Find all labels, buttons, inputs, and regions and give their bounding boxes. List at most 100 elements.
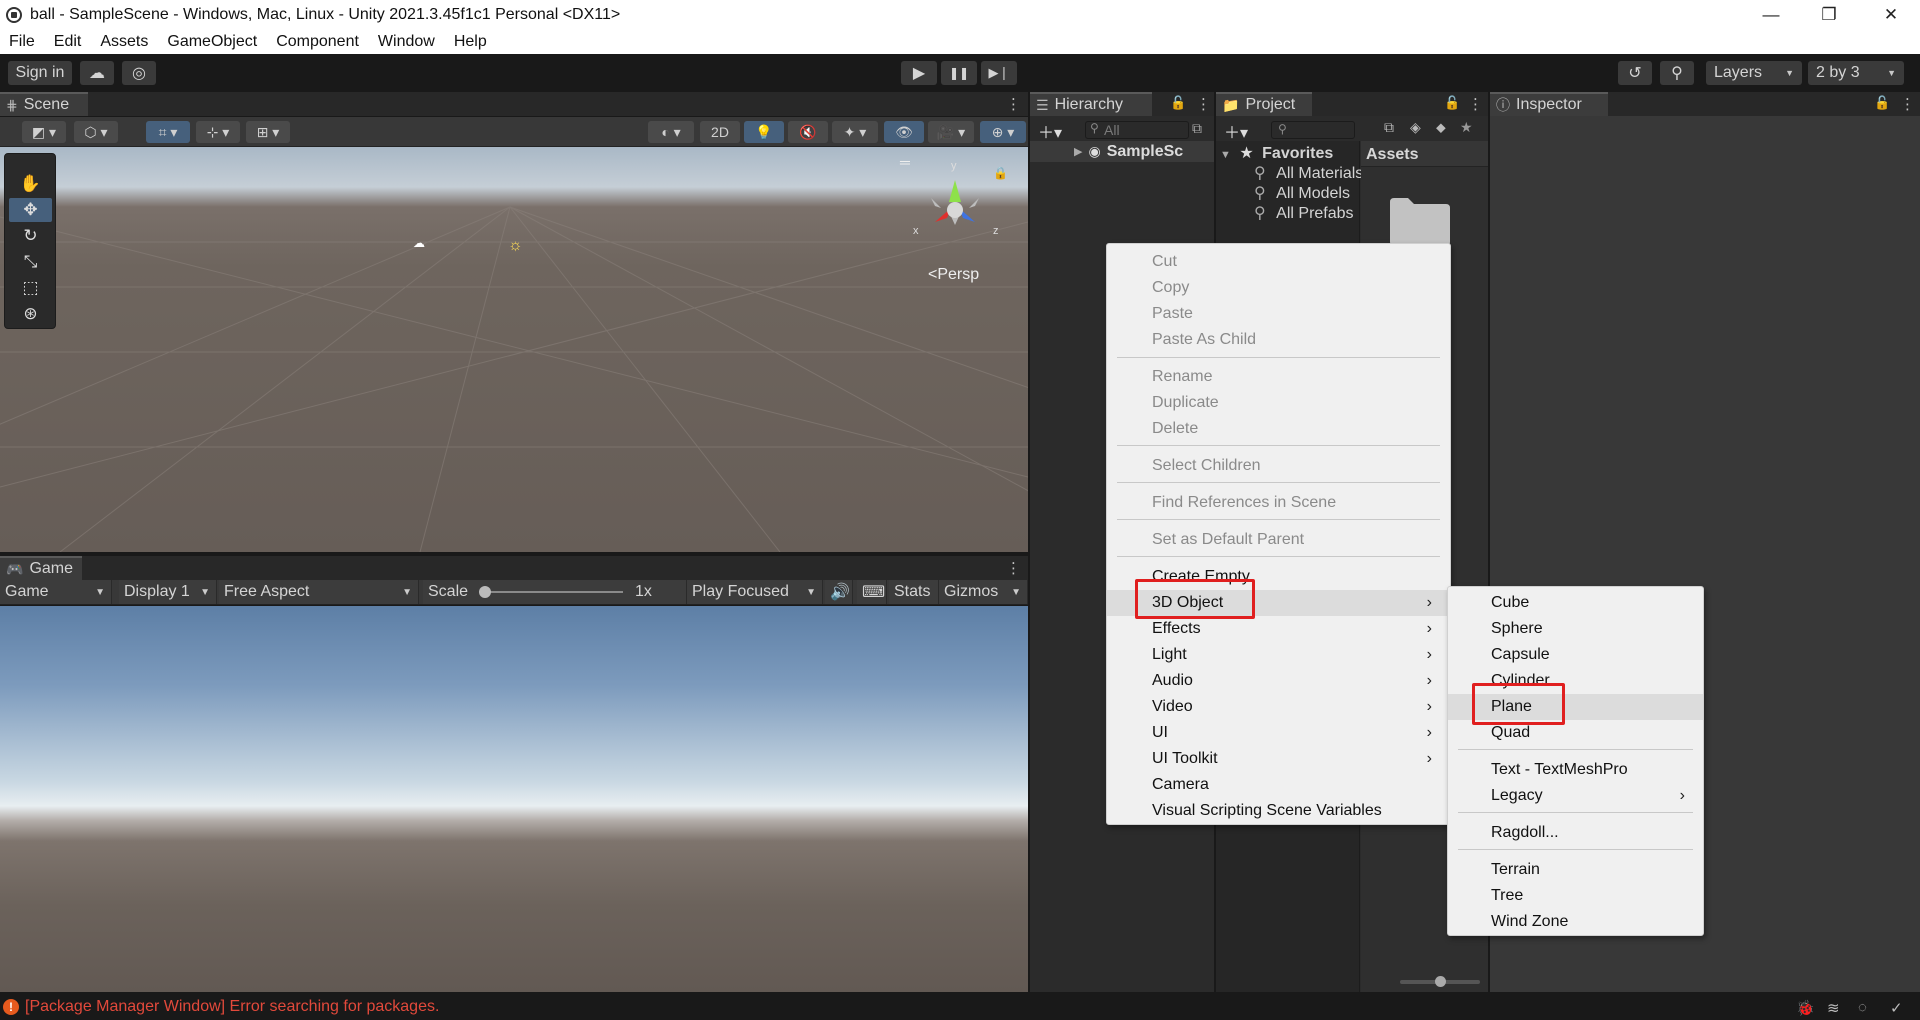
minimize-button[interactable]: — bbox=[1742, 0, 1800, 29]
favorite-all-models[interactable]: ⚲ All Models bbox=[1254, 183, 1350, 203]
collab-icon[interactable]: ◎ bbox=[122, 61, 156, 85]
menu-item-legacy[interactable]: Legacy › bbox=[1448, 783, 1703, 809]
scale-slider[interactable] bbox=[479, 586, 623, 598]
align-icon[interactable]: ⊞ ▾ bbox=[246, 121, 290, 143]
sign-in-button[interactable]: Sign in bbox=[8, 61, 72, 85]
tab-hierarchy[interactable]: ☰ Hierarchy bbox=[1030, 92, 1152, 116]
aspect-select[interactable]: Free Aspect bbox=[219, 580, 419, 604]
expand-arrow-icon[interactable]: ▶ bbox=[1074, 145, 1082, 158]
step-button[interactable]: ▶❘ bbox=[981, 61, 1017, 85]
shortcuts-icon[interactable]: ⌨ bbox=[857, 580, 887, 604]
status-check-icon[interactable]: ✓ bbox=[1890, 999, 1903, 1017]
stats-button[interactable]: Stats bbox=[889, 580, 939, 604]
hierarchy-filter-icon[interactable]: ⧉ bbox=[1192, 120, 1202, 137]
inspector-lock-icon[interactable]: 🔓 bbox=[1874, 95, 1890, 111]
tab-game[interactable]: 🎮 Game bbox=[0, 556, 82, 580]
layout-dropdown[interactable]: 2 by 3 bbox=[1808, 61, 1904, 85]
menu-item-text-textmeshpro[interactable]: Text - TextMeshPro bbox=[1448, 757, 1703, 783]
favorites-node[interactable]: ▼ ★ Favorites bbox=[1220, 143, 1333, 163]
scale-slider-knob[interactable] bbox=[479, 586, 491, 598]
gizmos-dropdown[interactable]: Gizmos bbox=[939, 580, 1028, 604]
layers-dropdown[interactable]: Layers bbox=[1706, 61, 1802, 85]
toggle-2d-button[interactable]: 2D bbox=[700, 121, 740, 143]
rect-tool-icon[interactable]: ⬚ bbox=[9, 276, 52, 300]
favorite-all-prefabs[interactable]: ⚲ All Prefabs bbox=[1254, 203, 1354, 223]
menu-item-sphere[interactable]: Sphere bbox=[1448, 616, 1703, 642]
menu-gameobject[interactable]: GameObject bbox=[158, 33, 267, 51]
menu-item-ragdoll[interactable]: Ragdoll... bbox=[1448, 820, 1703, 846]
menu-item-paste[interactable]: Paste bbox=[1107, 301, 1450, 327]
scene-view[interactable]: ☁ ☼ bbox=[0, 147, 1028, 552]
menu-item-video[interactable]: Video › bbox=[1107, 694, 1450, 720]
project-filter-label-icon[interactable]: ◈ bbox=[1410, 119, 1421, 136]
search-icon[interactable]: ⚲ bbox=[1660, 61, 1694, 85]
assets-breadcrumb[interactable]: Assets bbox=[1361, 141, 1488, 167]
play-mode-select[interactable]: Play Focused bbox=[687, 580, 823, 604]
menu-item-duplicate[interactable]: Duplicate bbox=[1107, 390, 1450, 416]
lighting-toggle-icon[interactable]: 💡 bbox=[744, 121, 784, 143]
menu-assets[interactable]: Assets bbox=[91, 33, 158, 51]
project-add-button[interactable]: ＋▾ bbox=[1224, 119, 1248, 143]
mute-audio-icon[interactable]: 🔊 bbox=[825, 580, 853, 604]
menu-item-terrain[interactable]: Terrain bbox=[1448, 857, 1703, 883]
icon-size-slider-knob[interactable] bbox=[1435, 976, 1446, 987]
effects-icon[interactable]: ✦ ▾ bbox=[832, 121, 878, 143]
menu-item-tree[interactable]: Tree bbox=[1448, 883, 1703, 909]
console-error-message[interactable]: [Package Manager Window] Error searching… bbox=[25, 998, 439, 1016]
game-view[interactable] bbox=[0, 606, 1028, 992]
camera-icon[interactable]: 🎥 ▾ bbox=[928, 121, 974, 143]
history-icon[interactable]: ↺ bbox=[1618, 61, 1652, 85]
light-object-icon[interactable]: ☼ bbox=[508, 237, 523, 255]
menu-item-effects[interactable]: Effects › bbox=[1107, 616, 1450, 642]
hand-tool-icon[interactable]: ✋ bbox=[9, 172, 52, 196]
menu-item-paste-as-child[interactable]: Paste As Child bbox=[1107, 327, 1450, 353]
projection-toggle[interactable]: <Persp bbox=[928, 266, 979, 284]
gizmo-menu-icon[interactable]: ═ bbox=[900, 154, 910, 170]
debug-icon[interactable]: 🐞 bbox=[1796, 999, 1815, 1017]
menu-item-capsule[interactable]: Capsule bbox=[1448, 642, 1703, 668]
scene-orientation-gizmo[interactable]: y x z bbox=[905, 160, 1005, 250]
maximize-button[interactable]: ❐ bbox=[1800, 0, 1858, 29]
project-filter-type-icon[interactable]: ⧉ bbox=[1384, 119, 1394, 136]
gizmo-lock-icon[interactable]: 🔒 bbox=[993, 166, 1008, 180]
increment-snap-icon[interactable]: ⊹ ▾ bbox=[196, 121, 240, 143]
inspector-more-icon[interactable]: ⋮ bbox=[1900, 95, 1915, 113]
project-lock-icon[interactable]: 🔓 bbox=[1444, 95, 1460, 111]
gizmos-icon[interactable]: ⊕ ▾ bbox=[980, 121, 1026, 143]
collapse-arrow-icon[interactable]: ▼ bbox=[1220, 149, 1231, 161]
menu-item-set-default-parent[interactable]: Set as Default Parent bbox=[1107, 527, 1450, 553]
icon-size-slider[interactable] bbox=[1400, 976, 1480, 987]
menu-item-find-references[interactable]: Find References in Scene bbox=[1107, 490, 1450, 516]
menu-item-ui-toolkit[interactable]: UI Toolkit › bbox=[1107, 746, 1450, 772]
menu-edit[interactable]: Edit bbox=[45, 33, 92, 51]
menu-item-copy[interactable]: Copy bbox=[1107, 275, 1450, 301]
tab-inspector[interactable]: ⓘ Inspector bbox=[1490, 92, 1608, 116]
folder-icon[interactable] bbox=[1390, 196, 1450, 246]
visibility-icon[interactable]: 👁 bbox=[884, 121, 924, 143]
grid-snap-icon[interactable]: ⌗ ▾ bbox=[146, 121, 190, 143]
play-button[interactable]: ▶ bbox=[901, 61, 937, 85]
menu-item-ui[interactable]: UI › bbox=[1107, 720, 1450, 746]
menu-item-delete[interactable]: Delete bbox=[1107, 416, 1450, 442]
hierarchy-add-button[interactable]: ＋▾ bbox=[1038, 119, 1062, 143]
menu-help[interactable]: Help bbox=[445, 33, 497, 51]
close-window-button[interactable]: ✕ bbox=[1862, 0, 1920, 29]
menu-item-visual-scripting-scene-variables[interactable]: Visual Scripting Scene Variables bbox=[1107, 798, 1450, 824]
menu-item-cube[interactable]: Cube bbox=[1448, 590, 1703, 616]
pause-button[interactable]: ❚❚ bbox=[941, 61, 977, 85]
hierarchy-lock-icon[interactable]: 🔓 bbox=[1170, 95, 1186, 111]
render-mode-icon[interactable]: ⬡ ▾ bbox=[74, 121, 118, 143]
tab-project[interactable]: 📁 Project bbox=[1216, 92, 1312, 116]
project-star-icon[interactable]: ★ bbox=[1460, 119, 1473, 136]
project-tag-icon[interactable]: ⬥ bbox=[1436, 119, 1446, 136]
tab-scene[interactable]: ⋕ Scene bbox=[0, 92, 88, 116]
audio-toggle-icon[interactable]: 🔇 bbox=[788, 121, 828, 143]
menu-item-camera[interactable]: Camera bbox=[1107, 772, 1450, 798]
cloud-object-icon[interactable]: ☁ bbox=[413, 236, 425, 250]
game-more-icon[interactable]: ⋮ bbox=[1006, 559, 1021, 577]
project-more-icon[interactable]: ⋮ bbox=[1468, 95, 1483, 113]
game-view-select[interactable]: Game bbox=[0, 580, 112, 604]
menu-item-light[interactable]: Light › bbox=[1107, 642, 1450, 668]
scene-more-icon[interactable]: ⋮ bbox=[1006, 95, 1021, 113]
hierarchy-search-input[interactable]: All bbox=[1085, 121, 1189, 139]
